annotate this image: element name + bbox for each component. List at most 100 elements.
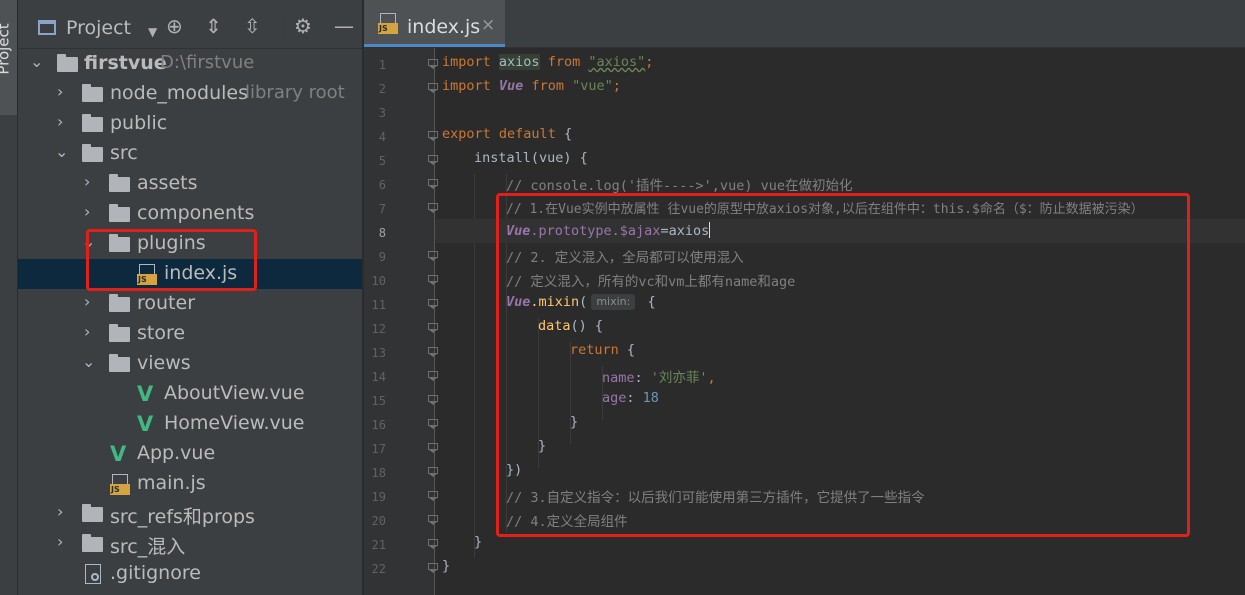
line-number: 14	[371, 370, 386, 384]
folder-icon	[82, 504, 103, 522]
project-view-selector[interactable]: Project	[66, 17, 131, 39]
chevron-right-icon[interactable]: ›	[84, 292, 90, 311]
tree-item-gitignore[interactable]: .gitignore	[18, 559, 362, 589]
tree-item-firstvue[interactable]: ⌄ firstvue D:\firstvue	[18, 49, 362, 79]
chevron-right-icon[interactable]: ›	[57, 112, 63, 131]
project-panel-header: Project ▼ ⊕ ⇕ ⇳ | ⚙ —	[18, 0, 362, 49]
folder-icon	[109, 324, 130, 342]
chevron-right-icon[interactable]: ›	[84, 322, 90, 341]
line-number: 21	[371, 538, 386, 552]
tree-item-main-js[interactable]: JS main.js	[18, 469, 362, 499]
tree-item-label: HomeView.vue	[164, 412, 305, 434]
tree-item-label: firstvue	[84, 52, 167, 74]
tree-item-components[interactable]: › components	[18, 199, 362, 229]
chevron-down-icon[interactable]: ⌄	[30, 52, 43, 71]
tool-window-strip: Project	[0, 0, 18, 595]
tree-item-store[interactable]: › store	[18, 319, 362, 349]
line-number: 2	[378, 82, 386, 96]
line-number: 18	[371, 466, 386, 480]
chevron-down-icon[interactable]: ⌄	[82, 352, 95, 371]
tree-item-label: src_refs和props	[110, 506, 255, 528]
tree-item-aboutview[interactable]: V AboutView.vue	[18, 379, 362, 409]
tree-item-label: node_modules	[110, 82, 249, 104]
tree-item-homeview[interactable]: V HomeView.vue	[18, 409, 362, 439]
line-number: 10	[371, 274, 386, 288]
tree-item-hint: D:\firstvue	[160, 52, 255, 73]
close-icon[interactable]: ×	[481, 15, 495, 35]
js-file-icon: JS	[110, 474, 130, 495]
tree-item-router[interactable]: › router	[18, 289, 362, 319]
line-number: 9	[378, 250, 386, 264]
line-number: 11	[371, 298, 386, 312]
line-number: 3	[378, 106, 386, 120]
tree-item-label: public	[110, 112, 168, 134]
tree-item-src-mixin[interactable]: › src_混入	[18, 529, 362, 559]
vue-file-icon: V	[137, 412, 154, 436]
dropdown-arrow-icon[interactable]: ▼	[148, 20, 157, 44]
gear-icon[interactable]: ⚙	[294, 14, 312, 38]
chevron-right-icon[interactable]: ›	[84, 202, 90, 221]
chevron-right-icon[interactable]: ›	[57, 532, 63, 551]
line-number: 16	[371, 418, 386, 432]
code-line-6: // console.log('插件---->',vue) vue在做初始化	[506, 178, 853, 194]
tab-label: index.js	[407, 16, 481, 38]
tree-item-label: src_混入	[110, 536, 186, 558]
annotation-box-tree	[86, 229, 257, 291]
folder-icon	[82, 534, 103, 552]
folder-icon	[57, 54, 78, 72]
chevron-right-icon[interactable]: ›	[84, 172, 90, 191]
chevron-down-icon[interactable]: ⌄	[55, 142, 68, 161]
code-line-5: install(vue) {	[474, 150, 588, 166]
line-number: 12	[371, 322, 386, 336]
tab-index-js[interactable]: JS index.js ×	[364, 0, 505, 47]
chevron-right-icon[interactable]: ›	[57, 502, 63, 521]
tree-item-src-refs[interactable]: › src_refs和props	[18, 499, 362, 529]
tree-item-label: AboutView.vue	[164, 382, 305, 404]
locate-file-icon[interactable]: ⊕	[166, 14, 183, 38]
js-file-icon: JS	[378, 13, 398, 34]
tree-item-label: src	[110, 142, 138, 164]
vue-file-icon: V	[110, 442, 127, 466]
tree-item-node-modules[interactable]: › node_modules library root	[18, 79, 362, 109]
expand-all-icon[interactable]: ⇕	[205, 14, 222, 38]
project-tool-window-tab[interactable]: Project	[0, 0, 17, 115]
separator: |	[281, 13, 288, 37]
tree-item-public[interactable]: › public	[18, 109, 362, 139]
line-number: 4	[378, 130, 386, 144]
line-number: 15	[371, 394, 386, 408]
folder-icon	[82, 84, 103, 102]
tree-item-label: main.js	[137, 472, 206, 494]
line-number: 20	[371, 514, 386, 528]
line-number: 1	[378, 58, 386, 72]
code-line-2: import Vue from "vue";	[442, 78, 621, 94]
project-view-icon	[38, 20, 56, 35]
tree-item-label: components	[137, 202, 255, 224]
hide-panel-icon[interactable]: —	[334, 14, 354, 38]
folder-icon	[109, 174, 130, 192]
line-number: 6	[378, 178, 386, 192]
line-number-gutter: 1 2 3 4 5 6 7 8 9 10 11 12 13 14 15 16 1…	[364, 48, 435, 595]
line-number: 22	[371, 562, 386, 576]
vue-file-icon: V	[137, 382, 154, 406]
editor-tabs: JS index.js ×	[364, 0, 1245, 48]
tree-item-hint: library root	[245, 82, 345, 103]
tree-item-label: assets	[137, 172, 198, 194]
tree-item-assets[interactable]: › assets	[18, 169, 362, 199]
tree-item-label: App.vue	[137, 442, 216, 464]
tree-item-views[interactable]: ⌄ views	[18, 349, 362, 379]
code-line-22: }	[442, 558, 451, 574]
line-number: 13	[371, 346, 386, 360]
tree-item-src[interactable]: ⌄ src	[18, 139, 362, 169]
chevron-right-icon[interactable]: ›	[57, 82, 63, 101]
folder-icon	[82, 114, 103, 132]
code-line-1: import axios from "axios";	[442, 54, 654, 70]
project-tab-label: Project	[0, 23, 13, 75]
collapse-all-icon[interactable]: ⇳	[244, 14, 261, 38]
gitignore-file-icon	[85, 564, 101, 584]
line-number: 17	[371, 442, 386, 456]
annotation-box-code	[496, 193, 1190, 537]
tree-item-label: .gitignore	[110, 562, 201, 584]
line-number: 5	[378, 154, 386, 168]
tree-item-app-vue[interactable]: V App.vue	[18, 439, 362, 469]
folder-icon	[109, 204, 130, 222]
